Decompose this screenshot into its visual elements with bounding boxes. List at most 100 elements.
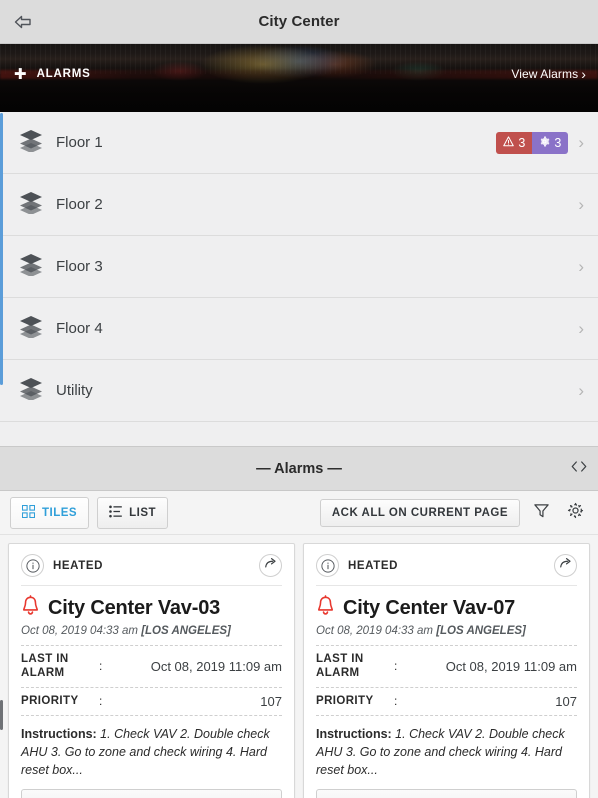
floor-name: Utility xyxy=(56,382,93,399)
layers-icon xyxy=(18,190,44,219)
list-icon xyxy=(109,505,122,521)
alarm-card-tag: HEATED xyxy=(348,559,399,572)
alarm-bell-icon xyxy=(316,595,335,621)
warning-triangle-icon xyxy=(503,135,515,150)
floor-name: Floor 2 xyxy=(56,196,103,213)
floor-badges: 3 3 xyxy=(496,131,569,154)
detail-key: LAST IN ALARM xyxy=(316,653,364,680)
detail-colon: : xyxy=(394,659,398,674)
alarm-bell-icon xyxy=(21,595,40,621)
alarm-card-header: HEATED xyxy=(21,554,282,586)
app-root: City Center ✚ ALARMS View Alarms › Floor… xyxy=(0,0,598,798)
add-alarms-button[interactable]: ✚ ALARMS xyxy=(14,67,91,82)
instructions-label: Instructions: xyxy=(316,726,392,741)
detail-colon: : xyxy=(99,659,103,674)
back-arrow-icon xyxy=(13,14,33,30)
tiles-view-button[interactable]: TILES xyxy=(10,496,90,529)
alarm-card-timestamp: Oct 08, 2019 04:33 am xyxy=(316,625,433,637)
share-button[interactable] xyxy=(554,554,577,577)
plus-icon: ✚ xyxy=(14,65,27,83)
scrollbar-thumb-secondary[interactable] xyxy=(0,700,3,730)
left-scrollbar[interactable] xyxy=(0,45,3,798)
share-button[interactable] xyxy=(259,554,282,577)
acknowledge-button[interactable]: ACKNOWLEDGE xyxy=(316,789,577,798)
detail-row: PRIORITY : 107 xyxy=(316,686,577,716)
detail-colon: : xyxy=(99,694,103,709)
alarms-settings-button[interactable] xyxy=(562,500,588,526)
alarm-card-details: LAST IN ALARM : Oct 08, 2019 11:09 am PR… xyxy=(316,645,577,716)
gear-badge-count: 3 xyxy=(554,135,562,150)
alarm-card-date: Oct 08, 2019 04:33 am [LOS ANGELES] xyxy=(21,625,282,637)
detail-row: LAST IN ALARM : Oct 08, 2019 11:09 am xyxy=(316,645,577,687)
floor-row[interactable]: Floor 1 3 3 › xyxy=(0,112,598,174)
alarm-card-title: City Center Vav-03 xyxy=(48,596,221,619)
hero-banner: ✚ ALARMS View Alarms › xyxy=(0,44,598,112)
alarm-card-date: Oct 08, 2019 04:33 am [LOS ANGELES] xyxy=(316,625,577,637)
floor-name: Floor 4 xyxy=(56,320,103,337)
info-circle-icon[interactable] xyxy=(316,554,339,577)
floor-row[interactable]: Floor 3 › xyxy=(0,236,598,298)
alarm-badge-count: 3 xyxy=(518,135,526,150)
floor-row[interactable]: Floor 2 › xyxy=(0,174,598,236)
alarm-card-details: LAST IN ALARM : Oct 08, 2019 11:09 am PR… xyxy=(21,645,282,716)
instructions-label: Instructions: xyxy=(21,726,97,741)
alarm-card-location: [LOS ANGELES] xyxy=(436,625,526,637)
detail-value: Oct 08, 2019 11:09 am xyxy=(445,658,577,674)
tiles-view-label: TILES xyxy=(42,506,78,519)
alarm-card-header-left: HEATED xyxy=(316,554,398,577)
layers-icon xyxy=(18,376,44,405)
floor-name: Floor 3 xyxy=(56,258,103,275)
alarm-card-timestamp: Oct 08, 2019 04:33 am xyxy=(21,625,138,637)
alarm-card-title-row: City Center Vav-07 xyxy=(316,595,577,621)
alarm-card: HEATED xyxy=(303,543,590,798)
alarms-panel-title: — Alarms — xyxy=(256,460,342,477)
floor-row[interactable]: Floor 4 › xyxy=(0,298,598,360)
ack-all-button[interactable]: ACK ALL ON CURRENT PAGE xyxy=(319,498,520,527)
alarm-card-title-row: City Center Vav-03 xyxy=(21,595,282,621)
status-badge-alarm[interactable]: 3 xyxy=(496,131,533,154)
alarm-card-location: [LOS ANGELES] xyxy=(141,625,231,637)
alarm-card-instructions: Instructions: 1. Check VAV 2. Double che… xyxy=(316,725,577,779)
detail-value: Oct 08, 2019 11:09 am xyxy=(150,658,282,674)
alarm-card-title: City Center Vav-07 xyxy=(343,596,516,619)
hero-action-bar: ✚ ALARMS View Alarms › xyxy=(0,66,598,82)
alarms-label: ALARMS xyxy=(36,68,91,80)
layers-icon xyxy=(18,314,44,343)
alarm-card-instructions: Instructions: 1. Check VAV 2. Double che… xyxy=(21,725,282,779)
title-bar: City Center xyxy=(0,0,598,44)
ack-all-label: ACK ALL ON CURRENT PAGE xyxy=(331,506,508,519)
chevron-right-icon: › xyxy=(578,319,584,338)
floor-list-filler xyxy=(0,422,598,447)
detail-row: LAST IN ALARM : Oct 08, 2019 11:09 am xyxy=(21,645,282,687)
alarm-card-header: HEATED xyxy=(316,554,577,586)
detail-colon: : xyxy=(394,694,398,709)
funnel-filter-icon xyxy=(533,502,550,524)
alarm-card: HEATED xyxy=(8,543,295,798)
scrollbar-thumb[interactable] xyxy=(0,113,3,385)
alarm-cards-container: HEATED City Center Vav-03 Oct 08, 2019 0… xyxy=(0,535,598,798)
gear-icon xyxy=(539,136,550,150)
floor-list: Floor 1 3 3 › Floor 2 › Floor 3 › Floor … xyxy=(0,112,598,447)
floor-row[interactable]: Utility › xyxy=(0,360,598,422)
alarm-card-tag: HEATED xyxy=(53,559,104,572)
filter-button[interactable] xyxy=(528,500,554,526)
code-brackets-icon[interactable] xyxy=(570,459,588,478)
detail-key: PRIORITY xyxy=(316,695,374,708)
layers-icon xyxy=(18,252,44,281)
alarms-toolbar: TILES LIST ACK ALL ON CURRENT PAGE xyxy=(0,491,598,535)
layers-icon xyxy=(18,128,44,157)
status-badge-gear[interactable]: 3 xyxy=(532,131,569,154)
list-view-button[interactable]: LIST xyxy=(97,496,169,529)
detail-value: 107 xyxy=(555,693,577,709)
detail-row: PRIORITY : 107 xyxy=(21,686,282,716)
chevron-right-icon: › xyxy=(578,133,584,152)
back-button[interactable] xyxy=(0,0,46,44)
detail-value: 107 xyxy=(260,693,282,709)
view-alarms-link[interactable]: View Alarms › xyxy=(511,66,586,82)
info-circle-icon[interactable] xyxy=(21,554,44,577)
floor-name: Floor 1 xyxy=(56,134,103,151)
share-arrow-icon xyxy=(264,556,278,575)
chevron-right-icon: › xyxy=(578,195,584,214)
acknowledge-button[interactable]: ACKNOWLEDGE xyxy=(21,789,282,798)
share-arrow-icon xyxy=(559,556,573,575)
